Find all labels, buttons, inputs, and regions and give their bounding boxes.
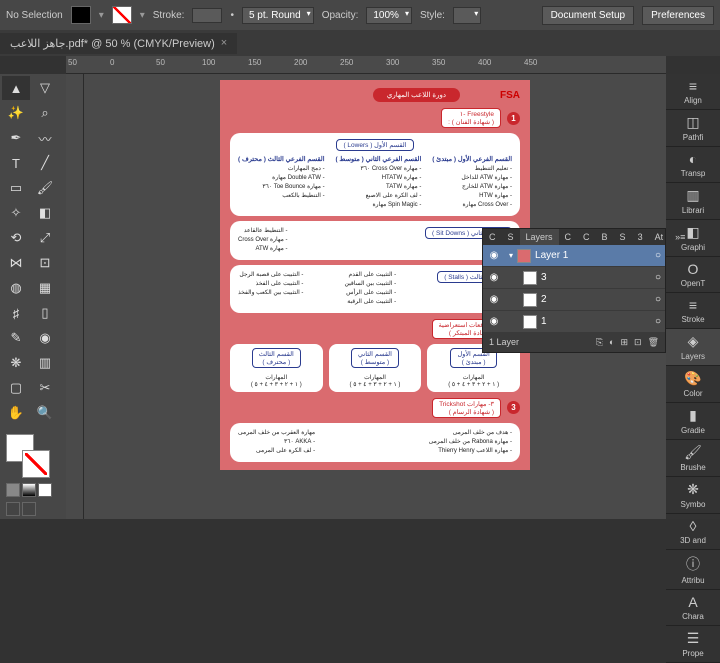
blend-tool[interactable]: ◉ [31,326,59,350]
style-label: Style: [420,10,445,21]
rectangle-tool[interactable]: ▭ [2,176,30,200]
gradient-panel[interactable]: ▮Gradie [666,403,720,440]
pathfinder-panel[interactable]: ◫Pathfi [666,110,720,147]
zoom-tool[interactable]: 🔍 [31,401,59,425]
shaper-tool[interactable]: ✧ [2,201,30,225]
3d-panel[interactable]: ◊3D and [666,514,720,550]
layers-tab-active[interactable]: Layers [520,229,559,245]
layers-panel[interactable]: C S Layers C C B S 3 At »≡ ◉ ▾ Layer 1 ○… [482,228,666,353]
visibility-icon[interactable]: ◉ [487,250,501,261]
layer-count: 1 Layer [489,337,519,348]
mask-icon[interactable]: ◐ [609,337,614,348]
transparency-panel[interactable]: ◐Transp [666,147,720,183]
section-3-card: القسم الثالث ( Stalls ) - التثبيت على ال… [230,265,520,313]
sublayer-icon[interactable]: ⊞ [620,337,628,348]
libraries-panel[interactable]: ▥Librari [666,183,720,220]
right-panels: ≡Align ◫Pathfi ◐Transp ▥Librari ◧Graphi … [666,74,720,519]
align-panel[interactable]: ≡Align [666,74,720,110]
document-setup-button[interactable]: Document Setup [542,6,635,25]
section-2-card: القسم الثاني ( Sit Downs ) - التنطيط عال… [230,221,520,260]
gradient-mode[interactable] [22,483,36,497]
brush-tool[interactable]: 🖌 [31,176,59,200]
opacity-label: Opacity: [322,10,359,21]
slice-tool[interactable]: ✂ [31,376,59,400]
type-tool[interactable]: T [2,151,30,175]
mesh-tool[interactable]: ♯ [2,301,30,325]
properties-panel[interactable]: ☰Prope [666,626,720,663]
fill-none-swatch[interactable] [112,6,132,24]
preferences-button[interactable]: Preferences [642,6,714,25]
stroke-width-input[interactable] [192,8,222,23]
opacity-dropdown[interactable]: 100% [366,7,412,24]
magic-wand-tool[interactable]: ✨ [2,101,30,125]
panel-menu-icon[interactable]: »≡ [669,229,691,245]
screen-mode-2[interactable] [22,502,36,516]
section-number: 1 [507,112,520,125]
character-panel[interactable]: AChara [666,590,720,626]
opentype-panel[interactable]: OOpenT [666,257,720,293]
tab-title: جاهز اللاعب.pdf* @ 50 % (CMYK/Preview) [10,37,215,50]
color-panel[interactable]: 🎨Color [666,366,720,403]
curvature-tool[interactable]: 〰 [31,126,59,150]
document-tab[interactable]: جاهز اللاعب.pdf* @ 50 % (CMYK/Preview) × [0,33,237,54]
screen-mode[interactable] [6,502,20,516]
locate-icon[interactable]: ⎘ [596,337,603,348]
toolbox: ▲ ▽ ✨ ⌕ ✒ 〰 T ╱ ▭ 🖌 ✧ ◧ ⟲ ⤢ ⋈ ⊡ ◍ ▦ ♯ ▯ … [0,74,66,519]
logo: FSA [500,90,520,101]
artboard-tool[interactable]: ▢ [2,376,30,400]
symbol-sprayer-tool[interactable]: ❋ [2,351,30,375]
none-mode[interactable] [38,483,52,497]
layers-panel-tab[interactable]: ◈Layers [666,329,720,366]
stroke-color[interactable] [22,450,50,478]
color-picker[interactable] [2,430,58,480]
fill-swatch[interactable] [71,6,91,24]
direct-selection-tool[interactable]: ▽ [31,76,59,100]
delete-icon[interactable]: 🗑 [648,337,659,348]
line-tool[interactable]: ╱ [31,151,59,175]
stroke-label: Stroke: [153,10,185,21]
section-5-card: - هدف من خلف المرمى - مهارة Rabona من خل… [230,423,520,462]
stroke-panel[interactable]: ≡Stroke [666,293,720,329]
selection-status: No Selection [6,10,63,21]
document-tabs: جاهز اللاعب.pdf* @ 50 % (CMYK/Preview) × [0,30,720,56]
gradient-tool[interactable]: ▯ [31,301,59,325]
layer-row[interactable]: ◉2○ [483,289,665,311]
graph-tool[interactable]: ▥ [31,351,59,375]
layers-tab-c[interactable]: C [483,229,502,245]
eraser-tool[interactable]: ◧ [31,201,59,225]
free-transform-tool[interactable]: ⊡ [31,251,59,275]
new-layer-icon[interactable]: ⊡ [634,337,642,348]
brushes-panel[interactable]: 🖌Brushe [666,440,720,477]
width-tool[interactable]: ⋈ [2,251,30,275]
style-dropdown[interactable] [453,7,481,24]
layers-tab-s[interactable]: S [502,229,520,245]
pen-tool[interactable]: ✒ [2,126,30,150]
course-title: دورة اللاعب المهاري [373,88,460,102]
stroke-profile-dropdown[interactable]: 5 pt. Round [242,7,314,24]
attributes-panel[interactable]: ⓘAttribu [666,550,720,590]
color-mode[interactable] [6,483,20,497]
horizontal-ruler: 50 0 50 100 150 200 250 300 350 400 450 [66,56,666,74]
section-4-boxes: القسم الأول( مبتدئ )المهارات( ١ + ٢ + ٣ … [230,344,520,392]
layer-row[interactable]: ◉1○ [483,311,665,333]
close-icon[interactable]: × [221,37,227,49]
symbols-panel[interactable]: ❋Symbo [666,477,720,514]
perspective-tool[interactable]: ▦ [31,276,59,300]
vertical-ruler [66,74,84,519]
shape-builder-tool[interactable]: ◍ [2,276,30,300]
layer-row[interactable]: ◉ ▾ Layer 1 ○ [483,245,665,267]
hand-tool[interactable]: ✋ [2,401,30,425]
section-1-card: القسم الأول ( Lowers ) القسم الفرعي الأو… [230,133,520,216]
scale-tool[interactable]: ⤢ [31,226,59,250]
eyedropper-tool[interactable]: ✎ [2,326,30,350]
lasso-tool[interactable]: ⌕ [31,101,59,125]
options-bar: No Selection ▾ ▾ Stroke: • 5 pt. Round O… [0,0,720,30]
rotate-tool[interactable]: ⟲ [2,226,30,250]
layer-row[interactable]: ◉3○ [483,267,665,289]
selection-tool[interactable]: ▲ [2,76,30,100]
